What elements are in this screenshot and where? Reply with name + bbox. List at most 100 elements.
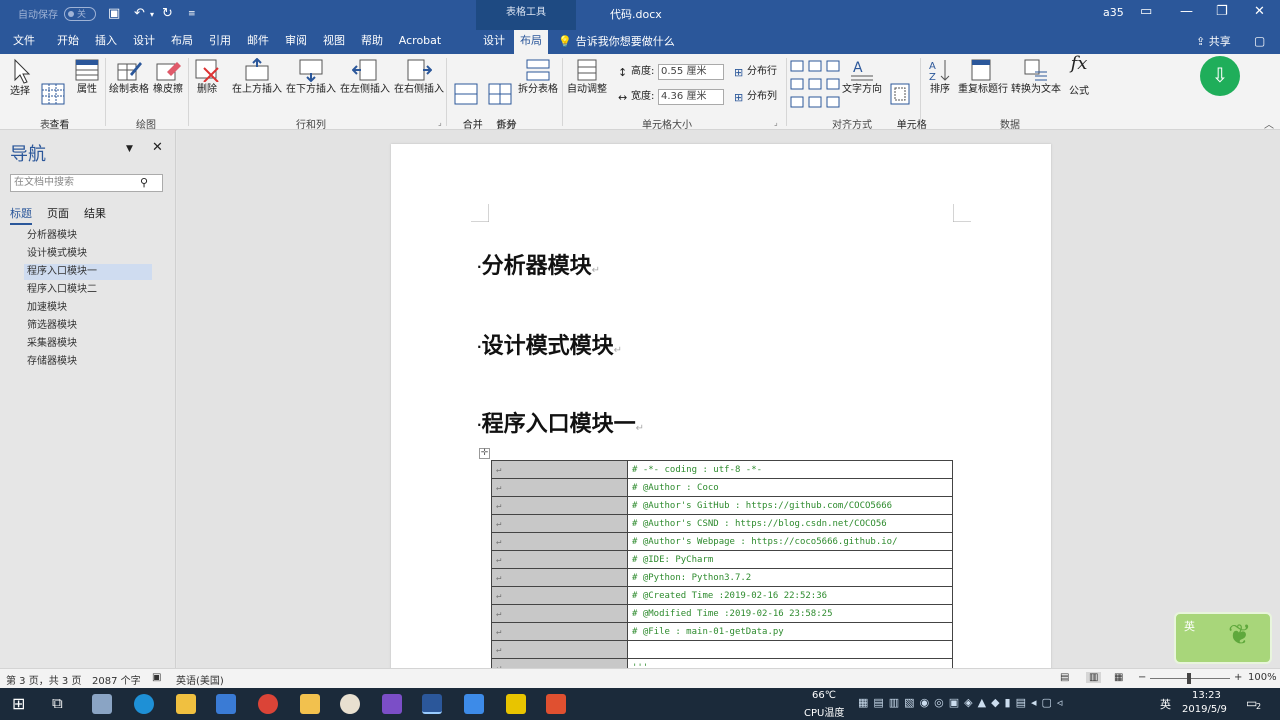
close-icon[interactable]: ✕ — [1254, 4, 1265, 19]
text-direction-button[interactable]: A 文字方向 — [842, 58, 882, 96]
app-icon[interactable] — [464, 694, 484, 714]
heading-1[interactable]: ·分析器模块↵ — [477, 248, 600, 280]
table-cell[interactable]: ↵ — [491, 550, 628, 569]
code-cell[interactable]: # @File : main-01-getData.py — [627, 622, 953, 641]
tray-icons[interactable]: ▦▤▥▧◉◎▣◈▲◆▮▤◂▢◃ — [858, 696, 1067, 709]
nav-close-icon[interactable]: ✕ — [152, 140, 163, 155]
sort-button[interactable]: AZ 排序 — [926, 58, 954, 96]
draw-table-button[interactable]: 绘制表格 — [108, 58, 150, 96]
nav-heading-item[interactable]: 加速模块 — [24, 300, 152, 316]
tab-file[interactable]: 文件 — [4, 30, 44, 54]
tell-me-search[interactable]: 💡 告诉我你想要做什么 — [558, 33, 675, 49]
ribbon-display-icon[interactable]: ▭ — [1140, 4, 1152, 19]
table-cell[interactable]: ↵ — [491, 604, 628, 623]
repeat-header-button[interactable]: 重复标题行 — [956, 58, 1010, 96]
nav-heading-item[interactable]: 分析器模块 — [24, 228, 152, 244]
print-layout-icon[interactable]: ▥ — [1086, 672, 1102, 683]
customize-qat-icon[interactable]: ≡ — [188, 9, 196, 19]
convert-to-text-button[interactable]: 转换为文本 — [1010, 58, 1062, 96]
nav-heading-item-selected[interactable]: 程序入口模块一 — [24, 264, 152, 280]
eraser-button[interactable]: 橡皮擦 — [152, 58, 184, 96]
autosave-switch[interactable]: 关 — [64, 6, 96, 21]
nav-heading-item[interactable]: 设计模式模块 — [24, 246, 152, 262]
redo-icon[interactable]: ↻ — [162, 6, 173, 21]
heading-3[interactable]: ·程序入口模块一↵ — [477, 406, 644, 438]
tab-acrobat[interactable]: Acrobat — [394, 30, 446, 54]
undo-dropdown-icon[interactable]: ▾ — [150, 10, 154, 19]
code-table[interactable]: ↵ # -*- coding : utf-8 -*- ↵ # @Author : C… — [491, 460, 953, 668]
file-explorer-icon[interactable] — [300, 694, 320, 714]
ime-indicator[interactable]: 英 — [1160, 696, 1171, 712]
tab-layout[interactable]: 布局 — [164, 30, 200, 54]
select-button[interactable]: 选择 — [6, 58, 34, 98]
tab-design[interactable]: 设计 — [126, 30, 162, 54]
word-icon[interactable] — [422, 694, 442, 714]
code-cell[interactable]: ''' — [627, 658, 953, 668]
app-icon[interactable] — [340, 694, 360, 714]
user-name[interactable]: a35 — [1103, 6, 1124, 19]
app-icon[interactable] — [134, 694, 154, 714]
word-count[interactable]: 2087 个字 — [92, 672, 141, 687]
code-cell[interactable]: # @IDE: PyCharm — [627, 550, 953, 569]
table-cell[interactable]: ↵ — [491, 532, 628, 551]
table-cell[interactable]: ↵ — [491, 478, 628, 497]
autosave-toggle[interactable]: 自动保存 关 — [18, 6, 96, 21]
col-width-field[interactable]: 4.36 厘米 — [658, 89, 724, 105]
app-icon[interactable] — [506, 694, 526, 714]
split-table-button[interactable]: 拆分表格 — [518, 58, 558, 96]
code-cell[interactable]: # -*- coding : utf-8 -*- — [627, 460, 953, 479]
delete-button[interactable]: 删除 — [192, 58, 222, 96]
row-height-field[interactable]: 0.55 厘米 — [658, 64, 724, 80]
alignment-grid-icon[interactable] — [790, 60, 840, 110]
read-mode-icon[interactable]: ▤ — [1060, 672, 1069, 683]
autofit-button[interactable]: 自动调整 — [566, 58, 608, 96]
code-cell[interactable]: # @Python: Python3.7.2 — [627, 568, 953, 587]
code-cell[interactable]: # @Author's CSND : https://blog.csdn.net… — [627, 514, 953, 533]
insert-left-button[interactable]: 在左侧插入 — [338, 58, 392, 96]
zoom-out-icon[interactable]: − — [1138, 672, 1146, 683]
table-cell[interactable]: ↵ — [491, 640, 628, 659]
web-layout-icon[interactable]: ▦ — [1114, 672, 1123, 683]
nav-heading-item[interactable]: 程序入口模块二 — [24, 282, 152, 298]
cell-size-launcher-icon[interactable]: ⌟ — [774, 118, 778, 127]
clock-date[interactable]: 2019/5/9 — [1182, 704, 1227, 715]
minimize-icon[interactable]: — — [1180, 4, 1193, 19]
distribute-cols-button[interactable]: 分布列 — [747, 91, 777, 103]
nav-heading-item[interactable]: 存储器模块 — [24, 354, 152, 370]
distribute-rows-button[interactable]: 分布行 — [747, 66, 777, 78]
properties-button[interactable]: 属性 — [72, 58, 102, 96]
tab-review[interactable]: 审阅 — [278, 30, 314, 54]
code-cell[interactable]: # @Modified Time :2019-02-16 23:58:25 — [627, 604, 953, 623]
nav-tab-results[interactable]: 结果 — [84, 205, 106, 221]
save-icon[interactable]: ▣ — [108, 6, 120, 21]
code-cell[interactable] — [627, 640, 953, 659]
app-icon[interactable] — [176, 694, 196, 714]
share-button[interactable]: ⇪ 共享 — [1196, 33, 1231, 49]
code-cell[interactable]: # @Author : Coco — [627, 478, 953, 497]
undo-icon[interactable]: ↶ — [134, 6, 145, 21]
table-cell[interactable]: ↵ — [491, 622, 628, 641]
code-cell[interactable]: # @Author's GitHub : https://github.com/… — [627, 496, 953, 515]
insert-above-button[interactable]: 在上方插入 — [230, 58, 284, 96]
code-cell[interactable]: # @Created Time :2019-02-16 22:52:36 — [627, 586, 953, 605]
app-icon[interactable] — [92, 694, 112, 714]
nav-options-icon[interactable]: ▼ — [126, 144, 133, 154]
table-cell[interactable]: ↵ — [491, 586, 628, 605]
search-icon[interactable]: ⚲ — [140, 176, 148, 189]
code-cell[interactable]: # @Author's Webpage : https://coco5666.g… — [627, 532, 953, 551]
zoom-slider-thumb[interactable] — [1187, 673, 1191, 684]
nav-tab-headings[interactable]: 标题 — [10, 205, 32, 225]
table-cell[interactable]: ↵ — [491, 514, 628, 533]
collapse-ribbon-icon[interactable]: ︿ — [1264, 116, 1274, 131]
nav-tab-pages[interactable]: 页面 — [47, 205, 69, 221]
heading-2[interactable]: ·设计模式模块↵ — [477, 328, 622, 360]
table-cell[interactable]: ↵ — [491, 568, 628, 587]
app-icon[interactable] — [546, 694, 566, 714]
visual-studio-icon[interactable] — [382, 694, 402, 714]
tab-home[interactable]: 开始 — [50, 30, 86, 54]
language[interactable]: 英语(美国) — [176, 672, 224, 687]
tab-help[interactable]: 帮助 — [354, 30, 390, 54]
tab-references[interactable]: 引用 — [202, 30, 238, 54]
clock-time[interactable]: 13:23 — [1192, 690, 1221, 701]
tab-mailings[interactable]: 邮件 — [240, 30, 276, 54]
